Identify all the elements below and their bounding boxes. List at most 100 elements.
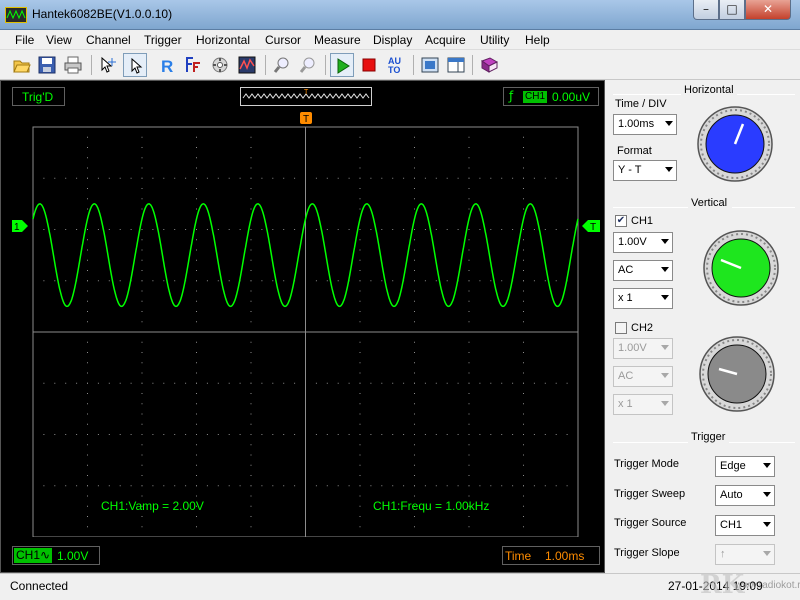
ch1-volts-select[interactable]: 1.00V: [613, 232, 673, 253]
menu-file[interactable]: File: [15, 33, 34, 47]
zoom-in-icon[interactable]: [270, 53, 294, 77]
menu-trigger[interactable]: Trigger: [144, 33, 182, 47]
graticule-dot: [446, 485, 448, 487]
graticule-dot: [305, 188, 306, 189]
format-select[interactable]: Y - T: [613, 160, 677, 181]
graticule-dot: [414, 147, 415, 148]
graticule-dot: [414, 516, 415, 517]
graticule-dot: [326, 382, 328, 384]
trigger-level-marker[interactable]: T: [582, 220, 600, 233]
zoom-out-icon[interactable]: [296, 53, 320, 77]
time-div-knob[interactable]: [695, 104, 775, 184]
ch2-probe-select[interactable]: x 1: [613, 394, 673, 415]
menu-channel[interactable]: Channel: [86, 33, 131, 47]
fft-icon[interactable]: [182, 53, 206, 77]
ch1-scale-readout[interactable]: CH1∿ 1.00V: [12, 546, 100, 565]
ch1-checkbox[interactable]: ✔: [615, 215, 627, 227]
graticule-dot: [555, 229, 557, 230]
waveform-icon[interactable]: [235, 53, 259, 77]
graticule-dot: [87, 423, 88, 425]
graticule-dot: [130, 177, 132, 179]
graticule-dot: [108, 280, 110, 282]
graticule-dot: [479, 331, 481, 333]
menu-help[interactable]: Help: [525, 33, 550, 47]
stop-icon[interactable]: [357, 53, 381, 77]
reference-icon[interactable]: R: [155, 53, 179, 77]
menu-cursor[interactable]: Cursor: [265, 33, 301, 47]
graticule-dot: [250, 526, 252, 528]
ch1-volts-knob[interactable]: [701, 228, 781, 308]
maximize-button[interactable]: □: [719, 0, 745, 20]
graticule-dot: [315, 331, 317, 333]
ch2-volts-select[interactable]: 1.00V: [613, 338, 673, 359]
trigger-slope-select[interactable]: ↑: [715, 544, 775, 565]
ch1-coupling-select[interactable]: AC: [613, 260, 673, 281]
graticule-dot: [97, 382, 99, 384]
math-icon[interactable]: [208, 53, 232, 77]
menu-utility[interactable]: Utility: [480, 33, 509, 47]
menu-display[interactable]: Display: [373, 33, 412, 47]
graticule-dot: [76, 434, 78, 435]
graticule-dot: [544, 382, 546, 384]
auto-label-bottom: TO: [388, 65, 400, 74]
graticule-dot: [97, 229, 99, 230]
graticule-dot: [403, 177, 405, 179]
print-icon[interactable]: [61, 53, 85, 77]
auto-icon[interactable]: AU TO: [384, 53, 408, 77]
ch1-ground-marker[interactable]: 1: [12, 220, 28, 233]
trigger-mode-select[interactable]: Edge: [715, 456, 775, 477]
waveform-overview[interactable]: T: [240, 87, 372, 106]
graticule-dot: [305, 321, 306, 323]
menu-acquire[interactable]: Acquire: [425, 33, 466, 47]
graticule-dot: [228, 229, 230, 230]
trigger-source-select[interactable]: CH1: [715, 515, 775, 536]
graticule-dot: [359, 475, 361, 476]
graticule-dot: [239, 434, 241, 435]
ch2-volts-knob[interactable]: [697, 334, 777, 414]
graticule-dot: [359, 362, 361, 364]
graticule-dot: [468, 331, 470, 333]
time-div-select[interactable]: 1.00ms: [613, 114, 677, 135]
graticule-dot: [468, 413, 470, 415]
pointer-icon[interactable]: [123, 53, 147, 77]
trigger-position-marker[interactable]: T: [300, 112, 312, 125]
graticule-dot: [152, 229, 154, 230]
graticule-dot: [32, 331, 34, 333]
graticule-dot: [196, 413, 197, 415]
menu-horizontal[interactable]: Horizontal: [196, 33, 250, 47]
run-icon[interactable]: [330, 53, 354, 77]
graticule-dot: [141, 188, 143, 189]
ch1-probe-select[interactable]: x 1: [613, 288, 673, 309]
menu-measure[interactable]: Measure: [314, 33, 361, 47]
open-icon[interactable]: [10, 53, 34, 77]
graticule-dot: [239, 382, 241, 384]
graticule-dot: [228, 177, 230, 179]
graticule-dot: [250, 372, 252, 374]
trigger-sweep-value: Auto: [720, 489, 743, 501]
graticule-dot: [424, 229, 426, 230]
save-icon[interactable]: [35, 53, 59, 77]
fullscreen-icon[interactable]: [418, 53, 442, 77]
menu-view[interactable]: View: [46, 33, 72, 47]
graticule-dot: [490, 331, 492, 333]
trigger-sweep-select[interactable]: Auto: [715, 485, 775, 506]
split-view-icon[interactable]: [444, 53, 468, 77]
graticule-dot: [97, 485, 99, 487]
graticule-dot: [501, 331, 503, 333]
graticule-dot: [577, 229, 579, 230]
close-button[interactable]: ✕: [745, 0, 791, 20]
book-icon[interactable]: [477, 53, 501, 77]
graticule-dot: [87, 188, 88, 189]
graticule-dot: [87, 495, 88, 497]
ch2-coupling-select[interactable]: AC: [613, 366, 673, 387]
oscilloscope-display[interactable]: T 1 T CH1:Vamp = 2.00V CH1:Frequ = 1.00k…: [0, 112, 605, 538]
cursor-crosshair-icon[interactable]: [96, 53, 120, 77]
graticule-dot: [523, 444, 524, 446]
ch2-checkbox[interactable]: [615, 322, 627, 334]
graticule-dot: [272, 229, 274, 230]
graticule-dot: [196, 495, 197, 497]
graticule-dot: [196, 259, 197, 261]
minimize-button[interactable]: –: [693, 0, 719, 20]
graticule-dot: [370, 177, 372, 179]
graticule-dot: [359, 188, 361, 189]
